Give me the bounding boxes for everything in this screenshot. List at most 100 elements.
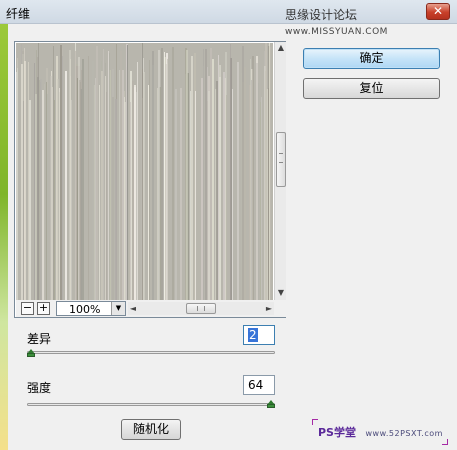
- vertical-scroll-thumb[interactable]: [276, 132, 286, 187]
- fiber-strand: [250, 59, 252, 300]
- fiber-strand: [237, 62, 240, 300]
- scroll-up-icon[interactable]: ▲: [276, 42, 286, 54]
- fiber-strand: [112, 97, 115, 300]
- zoom-select[interactable]: 100% ▼: [56, 301, 126, 316]
- fiber-strand: [16, 68, 18, 300]
- fiber-strand: [65, 71, 68, 300]
- fiber-strand: [28, 100, 31, 300]
- fiber-strand: [151, 51, 154, 300]
- fiber-strand: [82, 59, 84, 300]
- close-button[interactable]: ✕: [426, 3, 450, 20]
- fiber-strand: [171, 47, 174, 300]
- fiber-strand: [207, 91, 210, 300]
- fiber-strand: [75, 51, 77, 300]
- zoom-out-button[interactable]: −: [21, 302, 34, 315]
- fiber-strand: [60, 45, 63, 300]
- preview-panel: ▲ ▼ − + 100% ▼ ◄ ►: [14, 41, 286, 318]
- fiber-strand: [100, 71, 103, 300]
- fiber-strand: [28, 62, 30, 300]
- fiber-strand: [54, 100, 56, 300]
- fiber-strand: [107, 51, 109, 300]
- fiber-strand: [158, 50, 161, 300]
- variance-slider-track[interactable]: [27, 351, 275, 354]
- fiber-strand: [223, 72, 225, 300]
- fiber-strand: [135, 92, 137, 300]
- fiber-strand: [218, 65, 221, 300]
- fiber-strand: [230, 44, 232, 300]
- ok-button[interactable]: 确定: [303, 48, 440, 69]
- close-icon: ✕: [432, 4, 444, 18]
- fiber-strand: [194, 91, 196, 300]
- fiber-strand: [20, 64, 23, 300]
- fiber-strand: [243, 67, 246, 300]
- strength-label: 强度: [27, 381, 52, 395]
- fiber-strand: [141, 69, 143, 300]
- fiber-strand: [46, 94, 48, 300]
- vertical-scrollbar[interactable]: ▲ ▼: [274, 42, 286, 300]
- fiber-strand: [37, 77, 40, 300]
- fiber-strand: [163, 52, 165, 300]
- variance-value: 2: [248, 328, 258, 342]
- variance-label: 差异: [27, 332, 52, 346]
- fiber-strand: [136, 62, 138, 300]
- fiber-strand: [98, 85, 100, 300]
- fiber-strand: [114, 99, 117, 300]
- randomize-button[interactable]: 随机化: [121, 419, 181, 440]
- strength-slider-knob[interactable]: [267, 400, 275, 408]
- fiber-strand: [96, 46, 98, 300]
- fiber-strand: [57, 79, 60, 300]
- strength-field[interactable]: 64: [243, 375, 275, 395]
- fiber-strand: [92, 61, 94, 300]
- fiber-strand: [215, 81, 218, 300]
- fiber-strand: [167, 59, 169, 300]
- strength-slider-track[interactable]: [27, 403, 275, 406]
- fiber-strand: [105, 76, 106, 300]
- brand-name: PS学堂: [318, 426, 356, 439]
- horizontal-scrollbar[interactable]: ◄ ►: [128, 302, 274, 315]
- fiber-strand: [77, 78, 79, 300]
- zoom-in-button[interactable]: +: [37, 302, 50, 315]
- fiber-strand: [68, 50, 71, 300]
- fiber-strand: [269, 43, 271, 300]
- fiber-strand: [50, 76, 53, 300]
- fiber-strand: [175, 89, 178, 300]
- dialog-title: 纤维: [6, 7, 31, 21]
- fiber-strand: [261, 97, 263, 300]
- scroll-down-icon[interactable]: ▼: [276, 287, 286, 299]
- fiber-strand: [255, 63, 258, 300]
- chevron-down-icon[interactable]: ▼: [111, 302, 125, 315]
- scroll-right-icon[interactable]: ►: [264, 302, 274, 315]
- fiber-strand: [123, 91, 125, 300]
- fiber-strand: [186, 50, 189, 300]
- fiber-strand: [179, 88, 182, 300]
- fiber-strand: [45, 82, 47, 300]
- strength-value: 64: [248, 378, 264, 392]
- fiber-strand: [190, 56, 193, 300]
- title-bar: 纤维 思缘设计论坛 www.MISSYUAN.COM ✕: [0, 0, 457, 37]
- fiber-strand: [128, 91, 130, 300]
- fiber-strand: [23, 48, 25, 300]
- variance-field[interactable]: 2: [243, 325, 275, 345]
- preview-toolbar: − + 100% ▼ ◄ ►: [16, 300, 286, 317]
- scroll-left-icon[interactable]: ◄: [128, 302, 138, 315]
- fiber-strand: [252, 56, 255, 300]
- fiber-strand: [202, 49, 204, 300]
- variance-slider-knob[interactable]: [27, 349, 35, 357]
- background-edge: [0, 24, 8, 450]
- brand-logo: PS学堂 www.52PSXT.com: [318, 424, 443, 440]
- fiber-strand: [71, 100, 73, 300]
- horizontal-scroll-thumb[interactable]: [186, 303, 216, 314]
- fiber-strand: [87, 56, 89, 300]
- watermark-url: www.MISSYUAN.COM: [285, 27, 388, 37]
- fiber-strand: [108, 53, 110, 300]
- fiber-strand: [121, 70, 124, 300]
- zoom-value: 100%: [69, 303, 101, 316]
- fiber-strand: [257, 83, 259, 300]
- fiber-strand: [264, 43, 267, 300]
- fiber-strand: [35, 94, 38, 300]
- brand-url: www.52PSXT.com: [365, 429, 443, 438]
- fiber-strand: [225, 95, 227, 300]
- fiber-strand: [242, 46, 244, 300]
- reset-button[interactable]: 复位: [303, 78, 440, 99]
- fiber-preview-image[interactable]: [16, 43, 273, 300]
